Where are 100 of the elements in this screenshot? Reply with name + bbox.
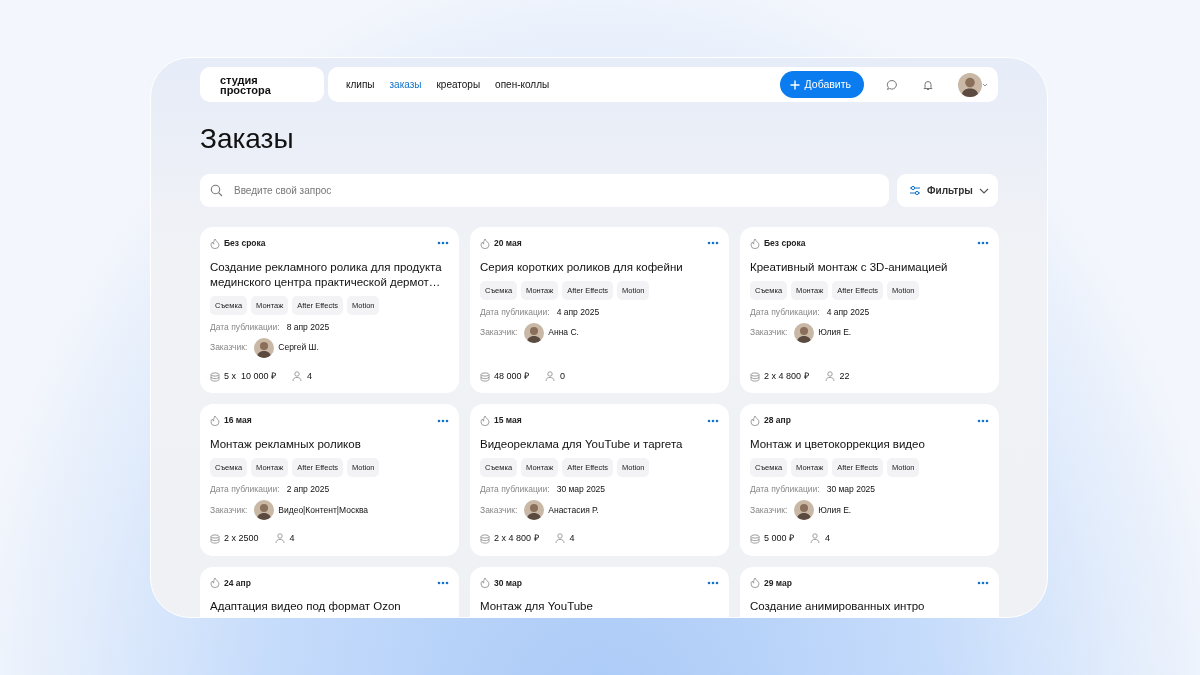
person-icon (810, 533, 822, 545)
responses-count: 4 (569, 532, 575, 545)
responses-count: 22 (839, 369, 850, 383)
field-label: Дата публикации: (750, 306, 820, 319)
deadline-text: 30 мар (494, 576, 522, 590)
more-icon (977, 580, 989, 585)
coins-icon (210, 533, 220, 544)
publication-date: 30 мар 2025 (826, 483, 876, 496)
avatar (524, 322, 545, 343)
more-button[interactable] (977, 580, 989, 585)
flame-icon (750, 237, 760, 249)
field-label: Дата публикации: (750, 483, 820, 496)
search-field[interactable]: Введите свой запрос (232, 182, 889, 199)
more-icon (707, 418, 719, 423)
order-title: Создание рекламного ролика для продукта мединского центра практической дермот… (210, 259, 443, 290)
order-title: Серия коротких роликов для кофейни (480, 259, 684, 275)
filters-button[interactable]: Фильтры (897, 174, 998, 207)
more-icon (707, 241, 719, 246)
person-icon (554, 533, 566, 545)
field-label: Заказчик: (750, 503, 788, 517)
price-text: 2 x 2500 (224, 532, 259, 545)
more-icon (437, 580, 449, 585)
publication-date: 2 апр 2025 (286, 483, 330, 496)
nav-link[interactable]: опен-коллы (495, 77, 550, 92)
order-title: Креативный монтаж с 3D-анимацией (750, 259, 949, 275)
coins-icon (750, 371, 760, 382)
more-button[interactable] (707, 418, 719, 423)
deadline-text: Без срока (224, 237, 266, 250)
person-icon (292, 371, 304, 382)
person-icon (274, 533, 286, 545)
order-title: Видеореклама для YouTube и таргета (480, 437, 684, 452)
price-text: 5 000 ₽ (764, 532, 795, 545)
search-icon (210, 184, 223, 197)
order-title: Монтаж рекламных роликов (210, 437, 362, 452)
avatar (958, 72, 982, 97)
order-title: Монтаж и цветокоррекция видео (750, 437, 926, 452)
customer-name: Анна С. (548, 326, 579, 340)
field-label: Заказчик: (210, 503, 248, 517)
flame-icon (750, 415, 760, 427)
publication-date: 4 апр 2025 (556, 306, 600, 319)
order-title: Монтаж для YouTube (480, 599, 594, 615)
deadline-text: 15 мая (494, 414, 522, 427)
deadline-text: 20 мая (494, 237, 522, 250)
flame-icon (210, 577, 220, 589)
page-title: Заказы (200, 122, 295, 156)
person-icon (545, 371, 557, 382)
profile-menu[interactable] (958, 72, 988, 97)
coins-icon (480, 533, 490, 544)
avatar (794, 500, 815, 520)
nav-link[interactable]: креаторы (436, 77, 481, 92)
more-button[interactable] (977, 241, 989, 246)
avatar (524, 500, 545, 520)
deadline-text: 29 мар (764, 576, 792, 590)
field-label: Дата публикации: (480, 483, 550, 496)
more-button[interactable] (437, 418, 449, 423)
add-button[interactable]: Добавить (779, 71, 864, 98)
more-icon (437, 418, 449, 423)
coins-icon (210, 371, 220, 382)
more-button[interactable] (437, 241, 449, 246)
coins-icon (480, 371, 490, 382)
flame-icon (210, 237, 220, 249)
flame-icon (210, 415, 220, 427)
logo[interactable]: студия простора (200, 67, 324, 102)
plus-icon (789, 79, 800, 90)
more-icon (707, 580, 719, 585)
sliders-icon (909, 185, 921, 196)
field-label: Дата публикации: (480, 306, 550, 319)
more-button[interactable] (707, 580, 719, 585)
field-label: Заказчик: (750, 326, 788, 340)
search-bar[interactable]: Введите свой запрос (200, 174, 889, 207)
responses-count: 4 (307, 369, 313, 383)
publication-date: 8 апр 2025 (286, 321, 330, 334)
more-button[interactable] (707, 241, 719, 246)
responses-count: 0 (560, 369, 566, 383)
deadline-text: 24 апр (224, 576, 251, 590)
flame-icon (480, 415, 490, 427)
bell-icon (922, 79, 934, 92)
customer-name: Юлия Е. (818, 326, 852, 340)
customer-name: Сергей Ш. (278, 341, 319, 355)
price-text: 2 x 4 800 ₽ (494, 532, 539, 545)
deadline-text: 16 мая (224, 414, 252, 427)
order-title: Создание анимированных интро (750, 599, 926, 615)
customer-name: Анастасия Р. (548, 503, 599, 517)
coins-icon (750, 533, 760, 544)
more-icon (977, 418, 989, 423)
customer-name: Юлия Е. (818, 503, 852, 517)
field-label: Дата публикации: (210, 483, 280, 496)
responses-count: 4 (289, 532, 295, 545)
field-label: Заказчик: (480, 503, 518, 517)
nav-link[interactable]: заказы (389, 77, 422, 92)
order-title: Адаптация видео под формат Ozon (210, 599, 402, 615)
nav-link[interactable]: клипы (346, 77, 375, 92)
field-label: Заказчик: (480, 326, 518, 340)
avatar (254, 337, 275, 358)
more-button[interactable] (977, 418, 989, 423)
chat-icon (886, 79, 898, 92)
more-button[interactable] (437, 580, 449, 585)
chevron-icon (978, 187, 989, 194)
deadline-text: 28 апр (764, 414, 791, 427)
more-icon (437, 241, 449, 246)
